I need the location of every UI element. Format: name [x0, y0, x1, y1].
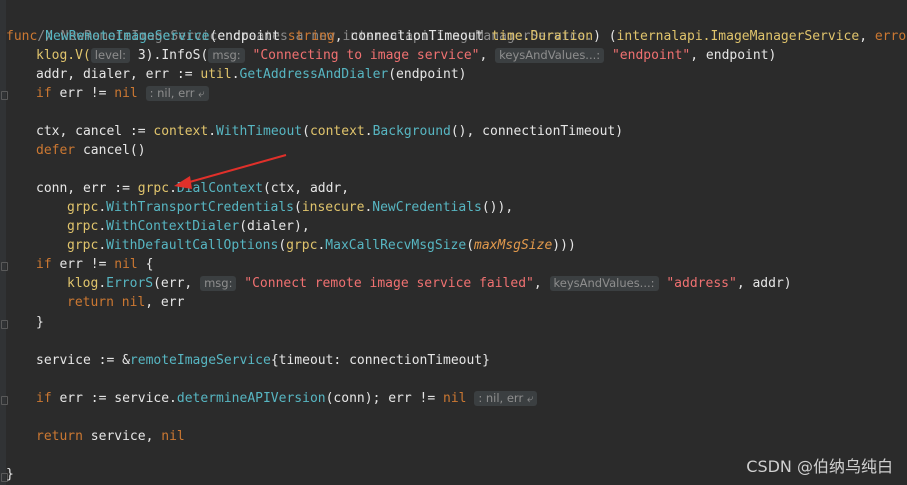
fold-marker[interactable]: [1, 396, 8, 405]
dial-context-call[interactable]: DialContext: [177, 181, 263, 196]
code-line-comment: // NewRemoteImageService creates a new i…: [6, 8, 593, 44]
func-name[interactable]: NewRemoteImageService: [45, 29, 209, 44]
code-line-func-signature: func NewRemoteImageService(endpoint stri…: [6, 29, 907, 44]
code-line-func-end: }: [6, 467, 14, 482]
code-editor[interactable]: // NewRemoteImageService creates a new i…: [0, 0, 907, 485]
fold-marker[interactable]: [1, 91, 8, 100]
folded-block-hint[interactable]: : nil, err ⤶: [145, 86, 209, 101]
code-line-get-address: addr, dialer, err := util.GetAddressAndD…: [36, 67, 467, 82]
code-line-transport-creds: grpc.WithTransportCredentials(insecure.N…: [67, 200, 514, 215]
func-keyword: func: [6, 29, 38, 44]
code-line-service: service := &remoteImageService{timeout: …: [36, 353, 490, 368]
watermark: CSDN @伯纳乌纯白: [746, 457, 893, 476]
code-line-klog-error: klog.ErrorS(err, msg: "Connect remote im…: [67, 276, 792, 291]
code-line-return-err: return nil, err: [67, 295, 185, 310]
param-hint-msg: msg:: [208, 48, 245, 63]
folded-block-hint[interactable]: : nil, err ⤶: [474, 391, 538, 406]
editor-gutter[interactable]: [0, 0, 6, 485]
code-line-call-options: grpc.WithDefaultCallOptions(grpc.MaxCall…: [67, 238, 576, 253]
code-line-if-err-1: if err != nil : nil, err ⤶: [36, 84, 209, 103]
param-hint-msg: msg:: [200, 276, 237, 291]
code-line-if-err-2: if err != nil {: [36, 257, 154, 272]
code-line-close-brace: }: [36, 315, 44, 330]
code-line-klog-info: klog.V(level: 3).InfoS(msg: "Connecting …: [36, 48, 777, 63]
param-hint-keys: keysAndValues...:: [549, 276, 659, 291]
fold-marker[interactable]: [1, 262, 8, 271]
code-line-context-dialer: grpc.WithContextDialer(dialer),: [67, 219, 310, 234]
code-line-with-timeout: ctx, cancel := context.WithTimeout(conte…: [36, 124, 624, 139]
param-hint-level: level:: [90, 48, 131, 63]
param-hint-keys: keysAndValues...:: [495, 48, 605, 63]
code-line-determine-api: if err := service.determineAPIVersion(co…: [36, 389, 538, 408]
fold-marker[interactable]: [1, 320, 8, 329]
code-line-return-service: return service, nil: [36, 429, 185, 444]
code-line-dial-context: conn, err := grpc.DialContext(ctx, addr,: [36, 181, 350, 196]
code-line-defer: defer cancel(): [36, 143, 146, 158]
